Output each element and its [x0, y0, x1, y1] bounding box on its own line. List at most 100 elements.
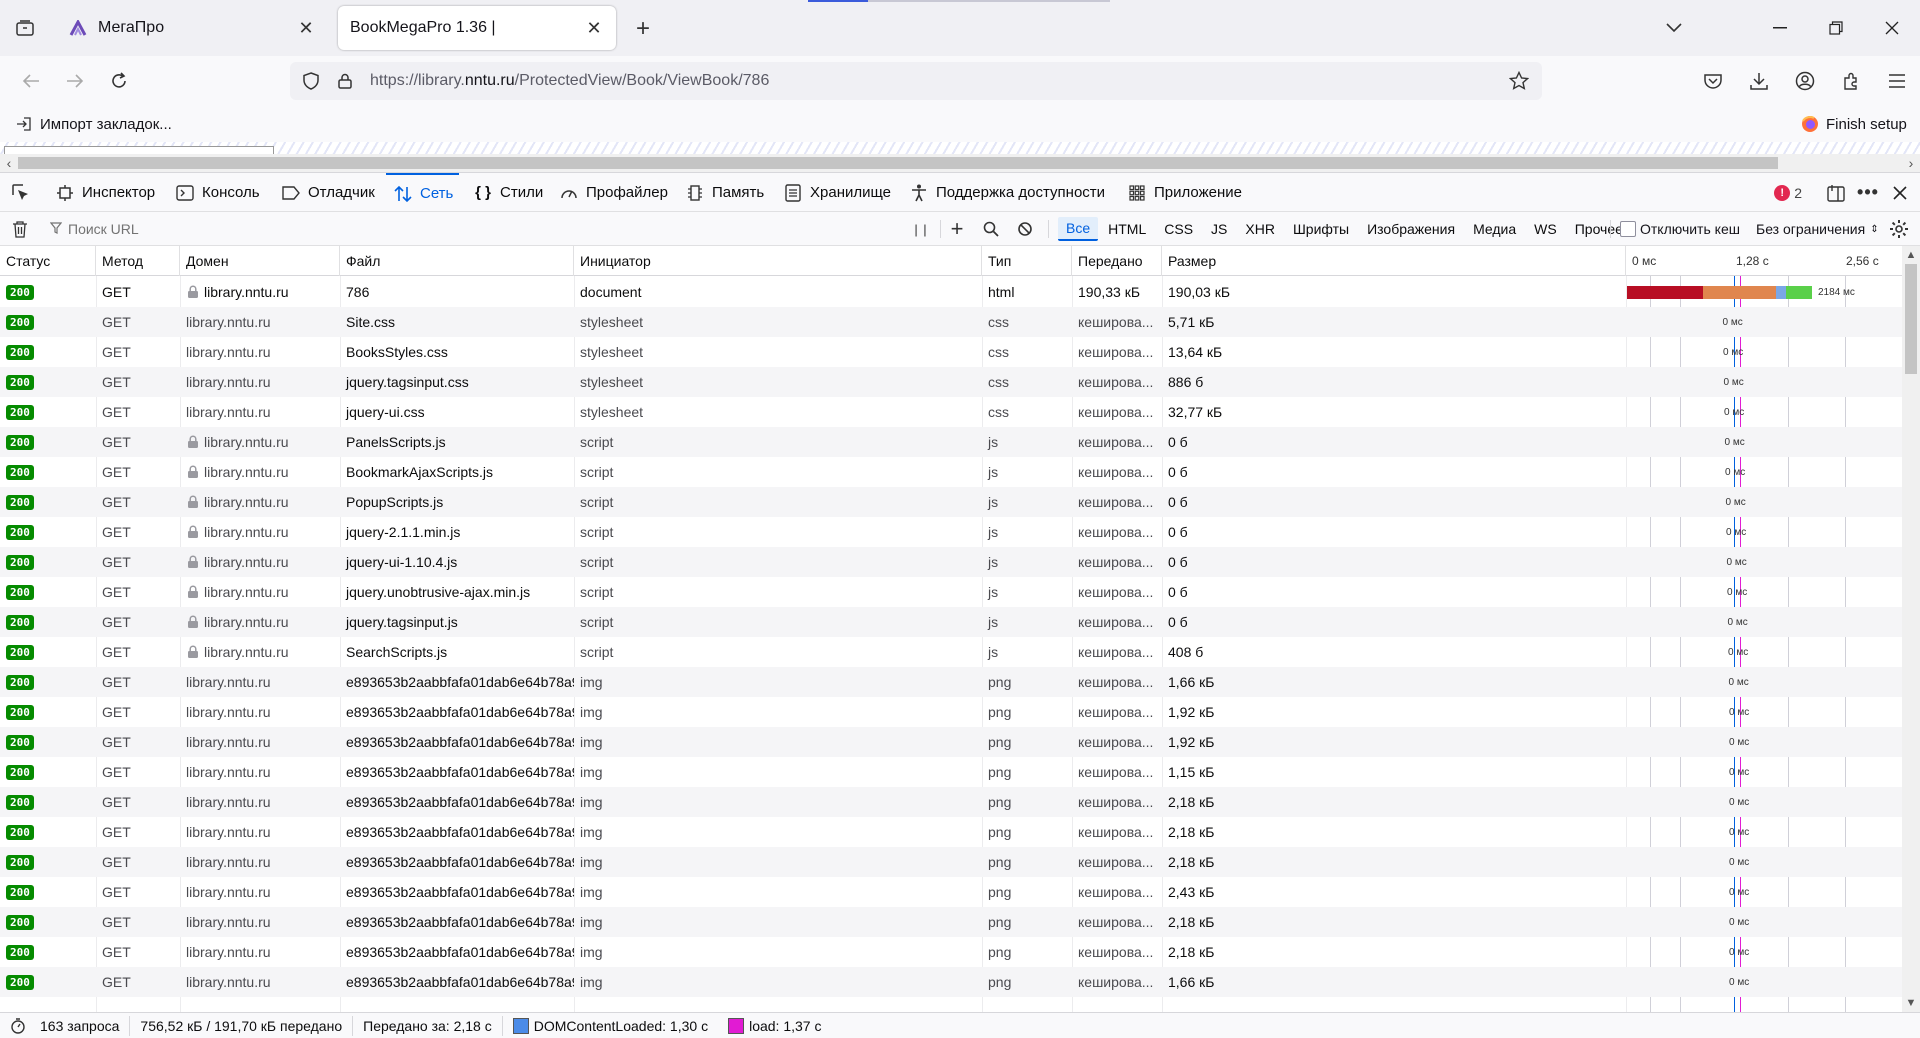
table-row[interactable]: 200 GET library.nntu.ru BooksStyles.css styl…	[0, 337, 1902, 367]
table-row[interactable]: 200 GET library.nntu.ru e893653b2aabbfafa01…	[0, 967, 1902, 997]
network-settings-button[interactable]	[1886, 217, 1912, 241]
close-window-button[interactable]	[1864, 0, 1920, 56]
tab-network[interactable]: Сеть	[386, 173, 460, 212]
table-row[interactable]: 200 GET library.nntu.ru e893653b2aabbfafa01…	[0, 667, 1902, 697]
pocket-button[interactable]	[1690, 64, 1736, 98]
tab-console[interactable]: Консоль	[168, 173, 266, 212]
filter-images[interactable]: Изображения	[1359, 217, 1463, 241]
table-row[interactable]: 200 GET library.nntu.ru BookmarkAjaxScripts…	[0, 457, 1902, 487]
table-row[interactable]: 200 GET library.nntu.ru e893653b2aabbfafa01…	[0, 877, 1902, 907]
column-status[interactable]: Статус	[0, 246, 96, 276]
filter-all[interactable]: Все	[1058, 217, 1099, 241]
firefox-view-button[interactable]	[10, 14, 40, 42]
app-menu-button[interactable]	[1874, 64, 1920, 98]
address-bar[interactable]: https://library.nntu.ru/ProtectedView/Bo…	[290, 62, 1542, 100]
table-row[interactable]: 200 GET library.nntu.ru jquery-ui-1.10.4.js…	[0, 547, 1902, 577]
column-domain[interactable]: Домен	[180, 246, 340, 276]
forward-button[interactable]	[58, 64, 92, 98]
table-row[interactable]: 200 GET library.nntu.ru e893653b2aabbfafa01…	[0, 697, 1902, 727]
table-row[interactable]: 200 GET library.nntu.ru e893653b2aabbfafa01…	[0, 757, 1902, 787]
table-row[interactable]: 200 GET library.nntu.ru e893653b2aabbfafa01…	[0, 937, 1902, 967]
list-all-tabs-button[interactable]	[1656, 14, 1692, 42]
scrollbar-thumb[interactable]	[18, 157, 1778, 169]
close-icon[interactable]: ✕	[296, 18, 316, 38]
table-row[interactable]: 200 GET library.nntu.ru jquery-ui.css styles…	[0, 397, 1902, 427]
filter-css[interactable]: CSS	[1156, 217, 1201, 241]
table-row[interactable]: 200 GET library.nntu.ru SearchScripts.js scr…	[0, 637, 1902, 667]
filter-js[interactable]: JS	[1203, 217, 1235, 241]
table-row[interactable]: 200 GET library.nntu.ru e893653b2aabbfafa01…	[0, 727, 1902, 757]
column-method[interactable]: Метод	[96, 246, 180, 276]
downloads-button[interactable]	[1736, 64, 1782, 98]
import-bookmarks-button[interactable]: Импорт закладок...	[14, 112, 172, 136]
tab-styles[interactable]: { } Стили	[466, 173, 549, 212]
filter-xhr[interactable]: XHR	[1237, 217, 1283, 241]
element-picker-button[interactable]	[8, 181, 34, 205]
tab-debugger[interactable]: Отладчик	[274, 173, 381, 212]
finish-setup-button[interactable]: Finish setup	[1800, 112, 1907, 136]
close-devtools-button[interactable]	[1884, 178, 1916, 208]
table-row[interactable]: 200 GET library.nntu.ru jquery.tagsinput.js…	[0, 607, 1902, 637]
pause-button[interactable]: | |	[908, 218, 934, 240]
table-row[interactable]: 200 GET library.nntu.ru Site.css stylesheet c…	[0, 307, 1902, 337]
column-type[interactable]: Тип	[982, 246, 1072, 276]
back-button[interactable]	[14, 64, 48, 98]
filter-html[interactable]: HTML	[1100, 217, 1154, 241]
scroll-up-icon[interactable]: ▲	[1902, 246, 1920, 264]
disable-cache-checkbox[interactable]: Отключить кеш	[1620, 218, 1740, 240]
tab-memory[interactable]: Память	[678, 173, 770, 212]
table-row[interactable]: 200 GET library.nntu.ru jquery-2.1.1.min.js…	[0, 517, 1902, 547]
table-row[interactable]: 200 GET library.nntu.ru PanelsScripts.js scr…	[0, 427, 1902, 457]
column-file[interactable]: Файл	[340, 246, 574, 276]
block-requests-button[interactable]	[1012, 218, 1038, 240]
clear-log-button[interactable]	[8, 218, 32, 240]
table-row[interactable]: 200 GET library.nntu.ru jquery.tagsinput.cs…	[0, 367, 1902, 397]
scroll-left-icon[interactable]: ‹	[0, 154, 18, 172]
search-button[interactable]	[978, 218, 1004, 240]
table-row[interactable]: 200 GET library.nntu.ru e893653b2aabbfafa01…	[0, 847, 1902, 877]
filter-media[interactable]: Медиа	[1465, 217, 1524, 241]
dock-toggle-button[interactable]	[1820, 178, 1852, 208]
close-icon[interactable]: ✕	[584, 18, 604, 38]
tab-profiler[interactable]: Профайлер	[552, 173, 674, 212]
table-row[interactable]: 200 GET library.nntu.ru e893653b2aabbfafa01…	[0, 817, 1902, 847]
throttling-select[interactable]: Без ограничения ⇕	[1756, 218, 1879, 240]
more-options-button[interactable]: •••	[1852, 178, 1884, 208]
waterfall-time: 0 мс	[1726, 526, 1747, 538]
tab-bookmegapro[interactable]: BookMegaPro 1.36 | ✕	[338, 6, 616, 50]
tab-accessibility[interactable]: Поддержка доступности	[902, 173, 1111, 212]
error-count-button[interactable]: ! 2	[1774, 184, 1802, 201]
tab-inspector[interactable]: Инспектор	[48, 173, 161, 212]
table-row[interactable]: 200 GET library.nntu.ru PopupScripts.js scri…	[0, 487, 1902, 517]
table-row[interactable]: 200 GET library.nntu.ru e893653b2aabbfafa01…	[0, 907, 1902, 937]
table-vertical-scrollbar[interactable]: ▲ ▼	[1902, 246, 1920, 1012]
reload-button[interactable]	[102, 64, 136, 98]
lock-icon[interactable]	[328, 64, 362, 98]
add-request-button[interactable]: +	[944, 216, 970, 241]
minimize-button[interactable]	[1752, 0, 1808, 56]
url-text[interactable]: https://library.nntu.ru/ProtectedView/Bo…	[370, 72, 1502, 90]
extensions-button[interactable]	[1828, 64, 1874, 98]
table-row[interactable]: 200 GET library.nntu.ru e893653b2aabbfafa01…	[0, 787, 1902, 817]
filter-ws[interactable]: WS	[1526, 217, 1565, 241]
column-initiator[interactable]: Инициатор	[574, 246, 982, 276]
tab-application[interactable]: Приложение	[1120, 173, 1248, 212]
tracking-protection-icon[interactable]	[294, 64, 328, 98]
column-transferred[interactable]: Передано	[1072, 246, 1162, 276]
scroll-right-icon[interactable]: ›	[1902, 154, 1920, 172]
tab-megapro[interactable]: МегаПро ✕	[56, 6, 328, 50]
url-filter-input[interactable]: Поиск URL	[49, 218, 890, 240]
account-button[interactable]	[1782, 64, 1828, 98]
scroll-down-icon[interactable]: ▼	[1902, 994, 1920, 1012]
tab-storage[interactable]: Хранилище	[776, 173, 897, 212]
filter-fonts[interactable]: Шрифты	[1285, 217, 1357, 241]
table-row[interactable]: 200 GET library.nntu.ru 786 document html 190,…	[0, 277, 1902, 307]
checkbox[interactable]	[1620, 221, 1636, 237]
restore-button[interactable]	[1808, 0, 1864, 56]
bookmark-star-button[interactable]	[1502, 64, 1536, 98]
new-tab-button[interactable]: +	[628, 14, 658, 44]
scrollbar-thumb[interactable]	[1905, 264, 1917, 374]
table-row[interactable]: 200 GET library.nntu.ru jquery.unobtrusive-…	[0, 577, 1902, 607]
page-horizontal-scrollbar[interactable]: ‹ ›	[0, 154, 1920, 172]
column-size[interactable]: Размер	[1162, 246, 1626, 276]
